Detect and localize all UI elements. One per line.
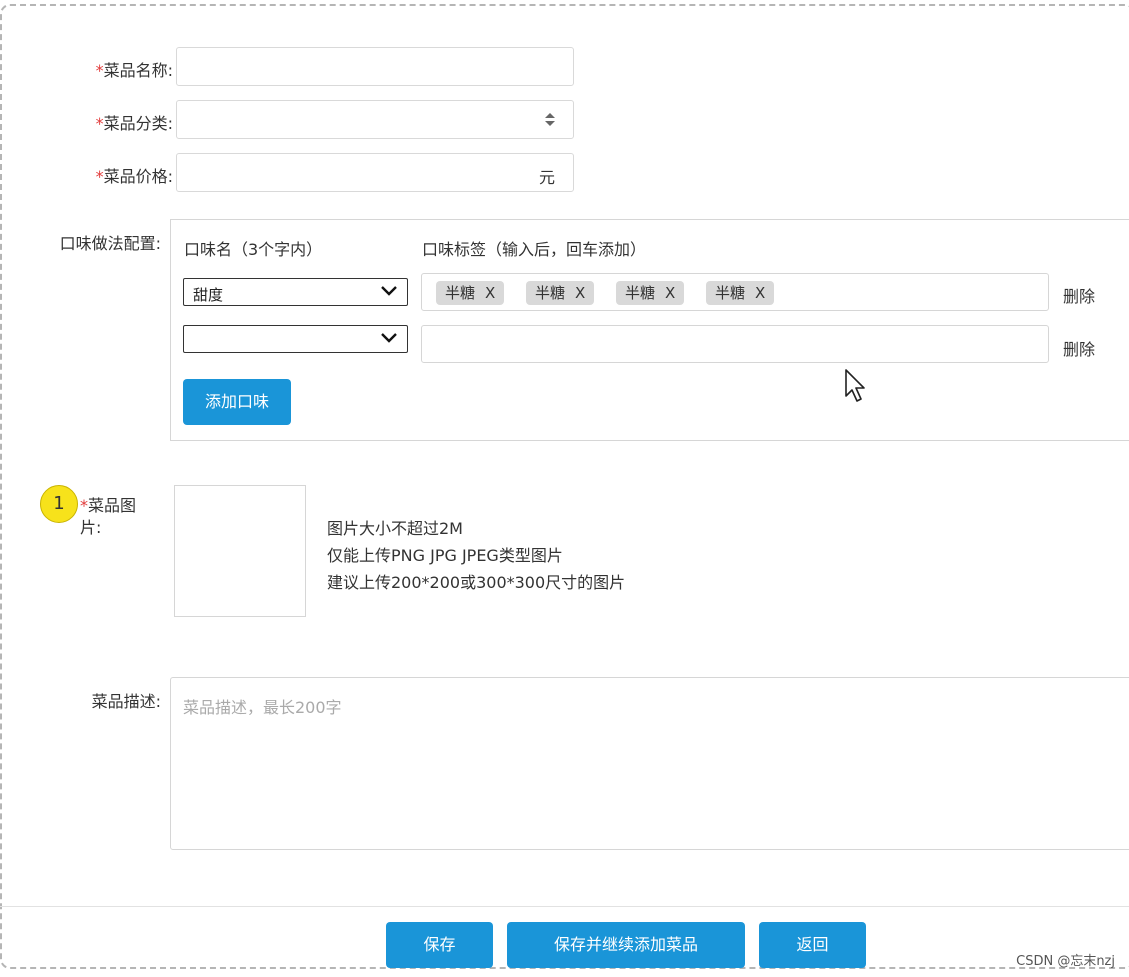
description-placeholder: 菜品描述，最长200字 xyxy=(183,698,342,717)
image-hint-type: 仅能上传PNG JPG JPEG类型图片 xyxy=(327,546,563,565)
flavor-tag: 半糖 X xyxy=(616,281,685,305)
flavor-tag-input[interactable] xyxy=(421,325,1049,363)
flavor-label: 口味做法配置: xyxy=(59,234,161,253)
name-input[interactable] xyxy=(176,47,574,86)
image-label: *菜品图片: xyxy=(80,496,137,537)
step-badge: 1 xyxy=(40,485,78,523)
flavor-name-select[interactable] xyxy=(183,325,408,353)
price-label: *菜品价格: xyxy=(95,167,173,186)
flavor-name-select[interactable]: 甜度 xyxy=(183,278,408,306)
tag-remove-button[interactable]: X xyxy=(755,284,765,302)
save-and-continue-button[interactable]: 保存并继续添加菜品 xyxy=(507,922,745,968)
flavor-config-panel: 口味名（3个字内） 口味标签（输入后，回车添加） 甜度 半糖 X 半糖 X 半糖 X … xyxy=(170,219,1129,441)
chevron-down-icon xyxy=(381,286,397,296)
flavor-tag: 半糖 X xyxy=(706,281,775,305)
name-label: *菜品名称: xyxy=(95,61,173,80)
flavor-tag-header: 口味标签（输入后，回车添加） xyxy=(422,240,647,259)
category-select[interactable] xyxy=(176,100,574,139)
image-hint-dimension: 建议上传200*200或300*300尺寸的图片 xyxy=(327,573,626,592)
tag-remove-button[interactable]: X xyxy=(665,284,675,302)
flavor-delete-button[interactable]: 删除 xyxy=(1063,336,1095,360)
tag-remove-button[interactable]: X xyxy=(485,284,495,302)
description-textarea[interactable]: 菜品描述，最长200字 xyxy=(170,677,1129,850)
flavor-tag-input[interactable]: 半糖 X 半糖 X 半糖 X 半糖 X xyxy=(421,273,1049,311)
watermark: CSDN @忘末nzj xyxy=(1016,954,1115,969)
description-label: 菜品描述: xyxy=(91,692,161,711)
add-flavor-button[interactable]: 添加口味 xyxy=(183,379,291,425)
price-unit: 元 xyxy=(539,168,556,187)
flavor-tag: 半糖 X xyxy=(526,281,595,305)
image-hint-size: 图片大小不超过2M xyxy=(327,519,463,538)
category-label: *菜品分类: xyxy=(95,114,173,133)
select-arrows-icon xyxy=(545,113,555,127)
mouse-cursor-icon xyxy=(845,369,865,402)
price-input[interactable]: 元 xyxy=(176,153,574,192)
flavor-delete-button[interactable]: 删除 xyxy=(1063,283,1095,307)
flavor-tag: 半糖 X xyxy=(436,281,505,305)
tag-remove-button[interactable]: X xyxy=(575,284,585,302)
flavor-name-header: 口味名（3个字内） xyxy=(184,240,323,259)
back-button[interactable]: 返回 xyxy=(759,922,866,968)
footer-divider xyxy=(0,906,1129,907)
chevron-down-icon xyxy=(381,333,397,343)
save-button[interactable]: 保存 xyxy=(386,922,493,968)
image-upload-box[interactable] xyxy=(174,485,306,617)
